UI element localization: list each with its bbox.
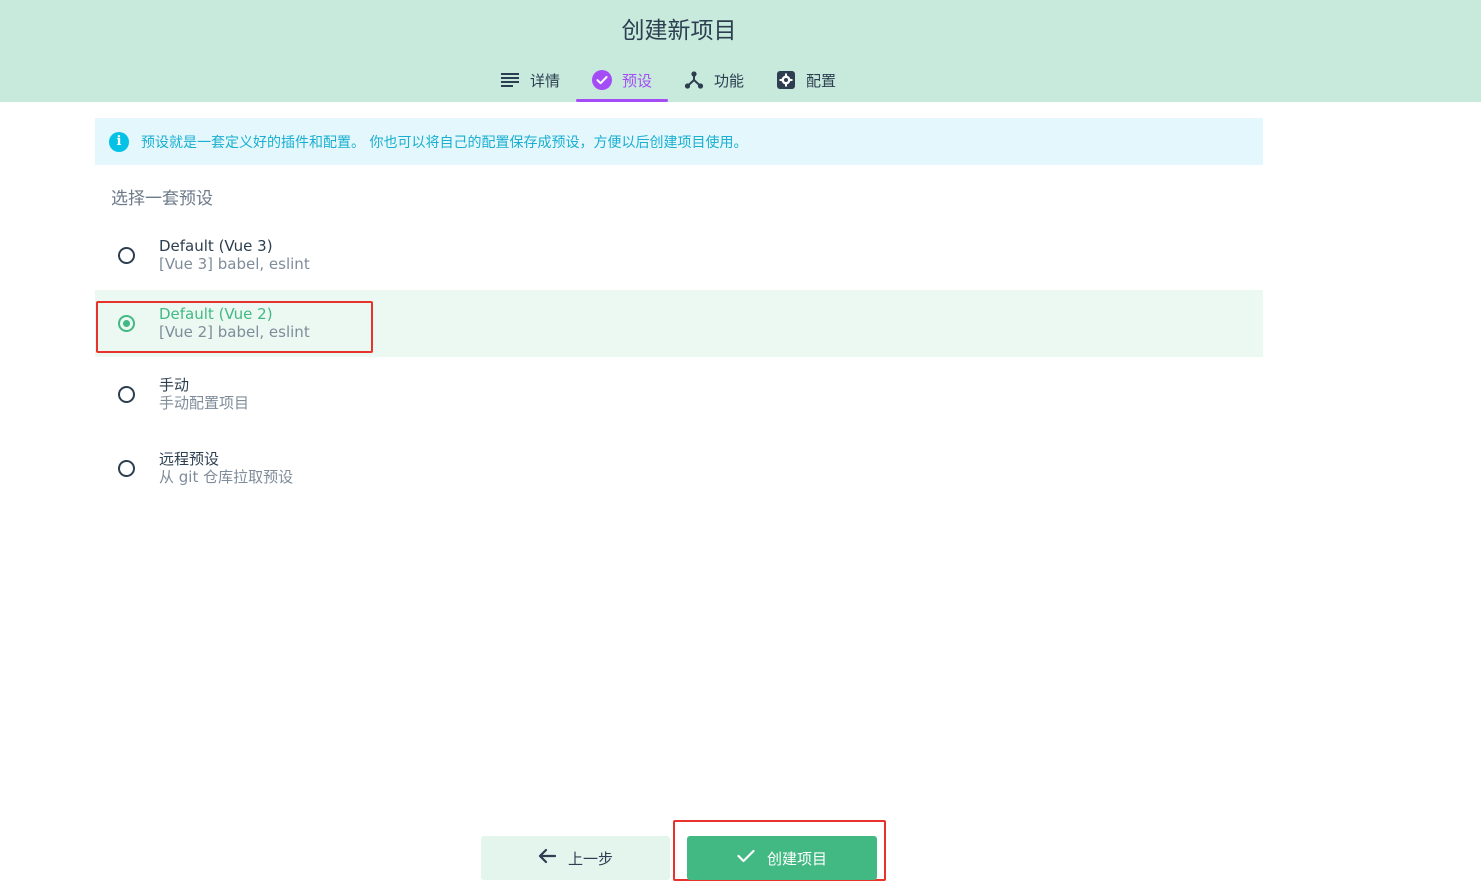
preset-option-remote[interactable]: 远程预设 从 git 仓库拉取预设 bbox=[95, 436, 1263, 502]
info-banner: i 预设就是一套定义好的插件和配置。 你也可以将自己的配置保存成预设，方便以后创… bbox=[95, 118, 1263, 165]
create-project-button[interactable]: 创建项目 bbox=[687, 836, 877, 880]
tab-features[interactable]: 功能 bbox=[668, 58, 760, 102]
preset-option-vue3[interactable]: Default (Vue 3) [Vue 3] babel, eslint bbox=[95, 222, 1263, 290]
tab-label: 功能 bbox=[714, 71, 745, 90]
previous-step-label: 上一步 bbox=[567, 849, 613, 868]
check-circle-icon bbox=[592, 70, 613, 90]
info-text: 预设就是一套定义好的插件和配置。 你也可以将自己的配置保存成预设，方便以后创建项… bbox=[141, 134, 748, 151]
preset-description: [Vue 2] babel, eslint bbox=[159, 323, 310, 341]
preset-option-vue2[interactable]: Default (Vue 2) [Vue 2] babel, eslint bbox=[95, 290, 1263, 357]
header: 创建新项目 详情 预设 功能 配置 bbox=[0, 0, 1481, 102]
radio-button-selected[interactable] bbox=[118, 315, 135, 332]
info-icon: i bbox=[109, 131, 129, 152]
preset-name: 远程预设 bbox=[159, 450, 220, 468]
preset-description: [Vue 3] babel, eslint bbox=[159, 255, 310, 273]
tab-config[interactable]: 配置 bbox=[760, 58, 852, 102]
preset-name: Default (Vue 2) bbox=[159, 305, 273, 323]
tab-bar: 详情 预设 功能 配置 bbox=[484, 58, 852, 102]
preset-name: Default (Vue 3) bbox=[159, 237, 273, 255]
tab-label: 配置 bbox=[806, 71, 837, 90]
preset-option-manual[interactable]: 手动 手动配置项目 bbox=[95, 362, 1263, 428]
tab-label: 详情 bbox=[530, 71, 561, 90]
check-icon bbox=[737, 849, 755, 867]
list-icon bbox=[500, 70, 520, 90]
tab-details[interactable]: 详情 bbox=[484, 58, 576, 102]
page-title: 创建新项目 bbox=[621, 18, 737, 44]
arrow-left-icon bbox=[538, 848, 557, 868]
previous-step-button[interactable]: 上一步 bbox=[481, 836, 670, 880]
settings-gear-icon bbox=[776, 70, 796, 90]
fork-icon bbox=[684, 70, 704, 90]
radio-dot bbox=[123, 320, 130, 327]
tab-label: 预设 bbox=[622, 71, 653, 90]
preset-description: 从 git 仓库拉取预设 bbox=[159, 468, 294, 486]
radio-button[interactable] bbox=[118, 386, 135, 403]
create-project-label: 创建项目 bbox=[766, 849, 827, 868]
radio-button[interactable] bbox=[118, 460, 135, 477]
preset-description: 手动配置项目 bbox=[159, 394, 250, 412]
radio-button[interactable] bbox=[118, 247, 135, 264]
preset-name: 手动 bbox=[159, 376, 190, 394]
tab-presets[interactable]: 预设 bbox=[576, 58, 669, 102]
section-title: 选择一套预设 bbox=[111, 189, 213, 209]
